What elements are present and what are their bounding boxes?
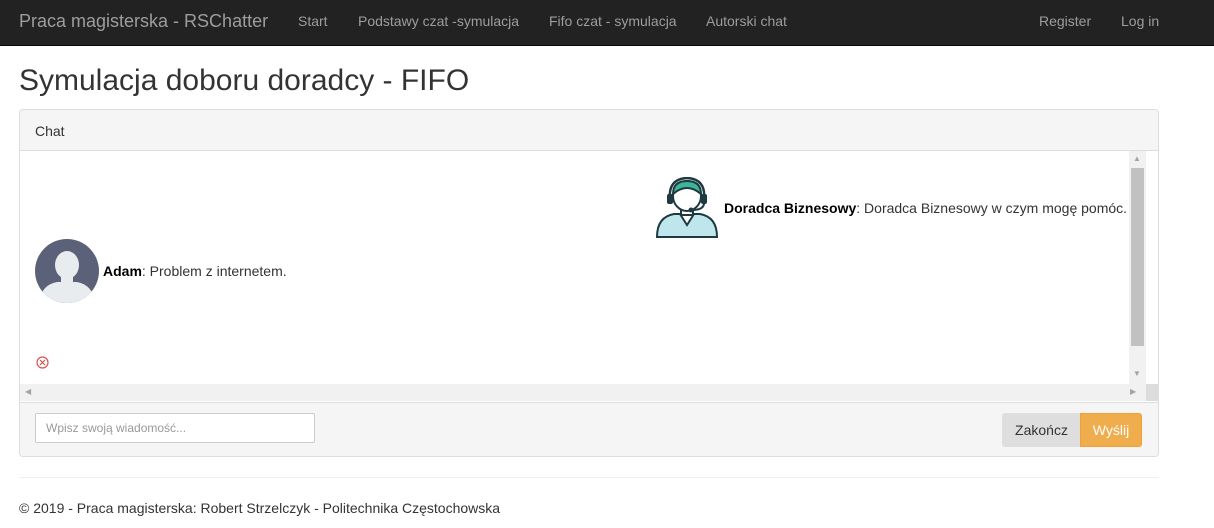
message-sender: Doradca Biznesowy xyxy=(724,200,857,216)
scrollbar-thumb[interactable] xyxy=(1131,168,1144,346)
headset-agent-icon xyxy=(655,177,719,238)
nav-link-start[interactable]: Start xyxy=(298,13,328,29)
footer-divider xyxy=(19,477,1159,478)
nav-link-register[interactable]: Register xyxy=(1039,13,1091,29)
end-chat-button[interactable]: Zakończ xyxy=(1002,413,1081,447)
scroll-up-arrow-icon[interactable]: ▲ xyxy=(1133,155,1141,163)
nav-link-login[interactable]: Log in xyxy=(1121,13,1159,29)
vertical-scrollbar[interactable]: ▲ ▼ xyxy=(1129,151,1146,384)
nav-link-custom-chat[interactable]: Autorski chat xyxy=(706,13,787,29)
nav-link-fifo-chat[interactable]: Fifo czat - symulacja xyxy=(549,13,677,29)
chat-panel: Chat Doradca Biznesowy: Doradca Biznesow… xyxy=(19,109,1159,457)
page-title: Symulacja doboru doradcy - FIFO xyxy=(19,64,470,97)
scroll-left-arrow-icon[interactable]: ◀ xyxy=(25,388,31,396)
chat-message-adam: Adam: Problem z internetem. xyxy=(103,263,287,279)
message-sender: Adam xyxy=(103,263,142,279)
chat-panel-heading: Chat xyxy=(20,110,1158,151)
top-navbar: Praca magisterska - RSChatter Start Pods… xyxy=(0,0,1214,46)
chat-messages-area[interactable]: Doradca Biznesowy: Doradca Biznesowy w c… xyxy=(20,151,1158,401)
brand-link[interactable]: Praca magisterska - RSChatter xyxy=(19,11,268,32)
send-button[interactable]: Wyślij xyxy=(1080,413,1142,447)
chat-panel-footer: Zakończ Wyślij xyxy=(20,402,1158,456)
horizontal-scrollbar[interactable]: ◀ ▶ xyxy=(20,384,1146,401)
message-text: : Problem z internetem. xyxy=(141,263,287,279)
message-input[interactable] xyxy=(35,413,315,443)
user-avatar-icon xyxy=(35,239,99,303)
chat-message-adviser: Doradca Biznesowy: Doradca Biznesowy w c… xyxy=(724,200,1127,216)
scroll-right-arrow-icon[interactable]: ▶ xyxy=(1130,388,1136,396)
scroll-down-arrow-icon[interactable]: ▼ xyxy=(1133,370,1141,378)
nav-link-basic-chat[interactable]: Podstawy czat -symulacja xyxy=(358,13,519,29)
error-circle-icon[interactable] xyxy=(36,356,49,369)
scroll-corner xyxy=(1146,384,1158,401)
message-text: : Doradca Biznesowy w czym mogę pomóc. xyxy=(856,200,1128,216)
footer-copyright: © 2019 - Praca magisterska: Robert Strze… xyxy=(19,500,501,516)
